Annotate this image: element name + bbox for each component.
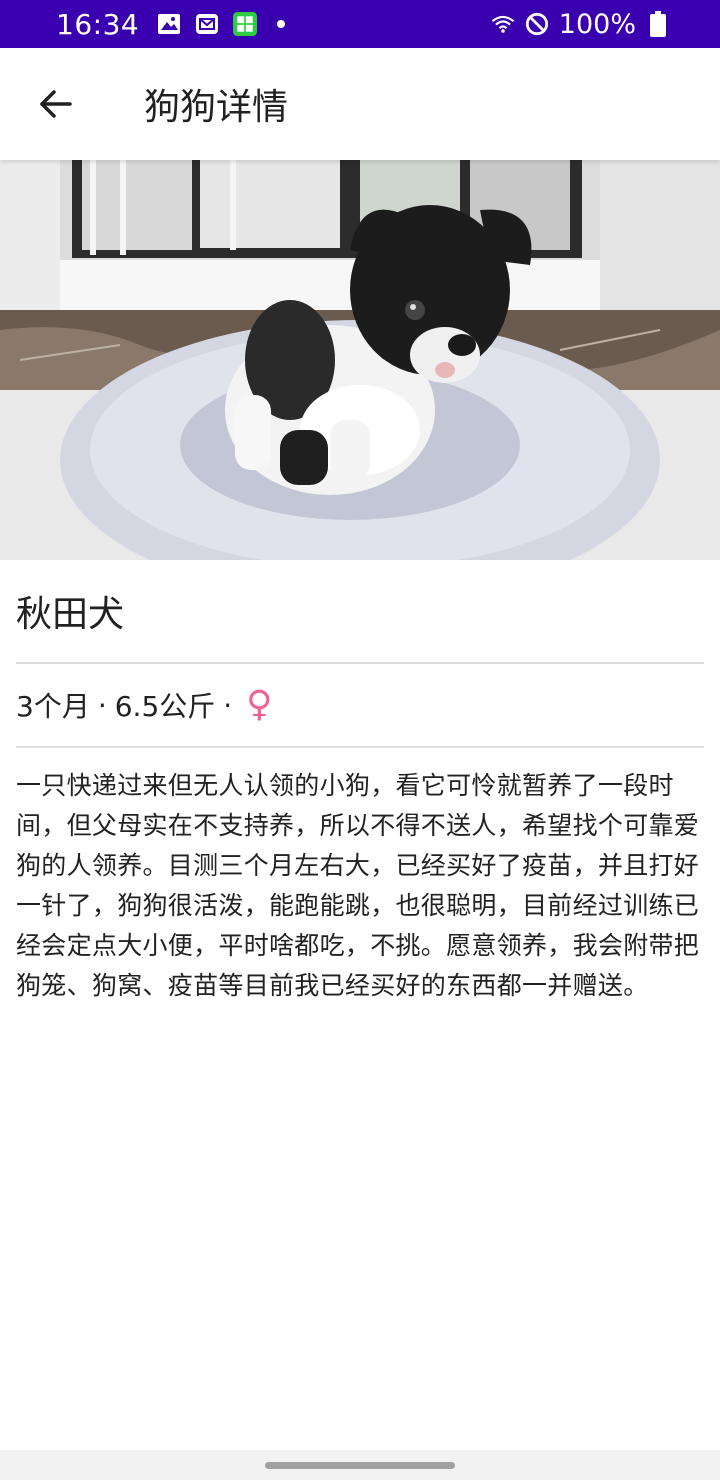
dog-photo-illustration bbox=[0, 160, 720, 560]
battery-percentage: 100% bbox=[558, 8, 636, 40]
app-bar: 狗狗详情 bbox=[0, 48, 720, 160]
arrow-left-icon bbox=[40, 90, 72, 118]
navigation-bar bbox=[0, 1450, 720, 1480]
wifi-icon bbox=[491, 12, 515, 36]
status-bar: 16:34 100% bbox=[0, 0, 720, 48]
status-left: 16:34 bbox=[0, 7, 286, 41]
page-title: 狗狗详情 bbox=[144, 87, 289, 128]
battery-icon bbox=[646, 11, 670, 37]
status-right: 100% bbox=[491, 0, 670, 48]
dog-weight: 6.5公斤 bbox=[114, 690, 216, 723]
home-gesture-handle[interactable] bbox=[265, 1461, 455, 1469]
meta-separator: · bbox=[97, 688, 107, 722]
dog-age: 3个月 bbox=[16, 690, 90, 723]
divider bbox=[16, 746, 704, 748]
dog-meta: 3个月 · 6.5公斤 · ♀ bbox=[16, 664, 704, 746]
female-icon: ♀ bbox=[246, 684, 273, 725]
dog-description: 一只快递过来但无人认领的小狗，看它可怜就暂养了一段时间，但父母实在不支持养，所以… bbox=[16, 771, 700, 1000]
back-button[interactable] bbox=[26, 74, 86, 134]
dnd-icon bbox=[525, 12, 549, 36]
notification-dot-icon bbox=[277, 20, 286, 28]
dog-photo bbox=[0, 160, 720, 560]
mail-icon bbox=[195, 12, 219, 36]
meta-separator: · bbox=[223, 688, 233, 722]
dog-name: 秋田犬 bbox=[16, 594, 125, 635]
app-icon bbox=[233, 12, 258, 36]
status-time: 16:34 bbox=[56, 7, 140, 41]
dog-info: 秋田犬 3个月 · 6.5公斤 · ♀ 一只快递过来但无人认领的小狗，看它可怜就… bbox=[16, 560, 704, 1006]
image-icon bbox=[157, 12, 181, 36]
dog-detail-screen: 16:34 100% 狗狗详情 秋田犬 3个月 · 6.5公斤 · ♀ 一只快递… bbox=[0, 0, 720, 1480]
